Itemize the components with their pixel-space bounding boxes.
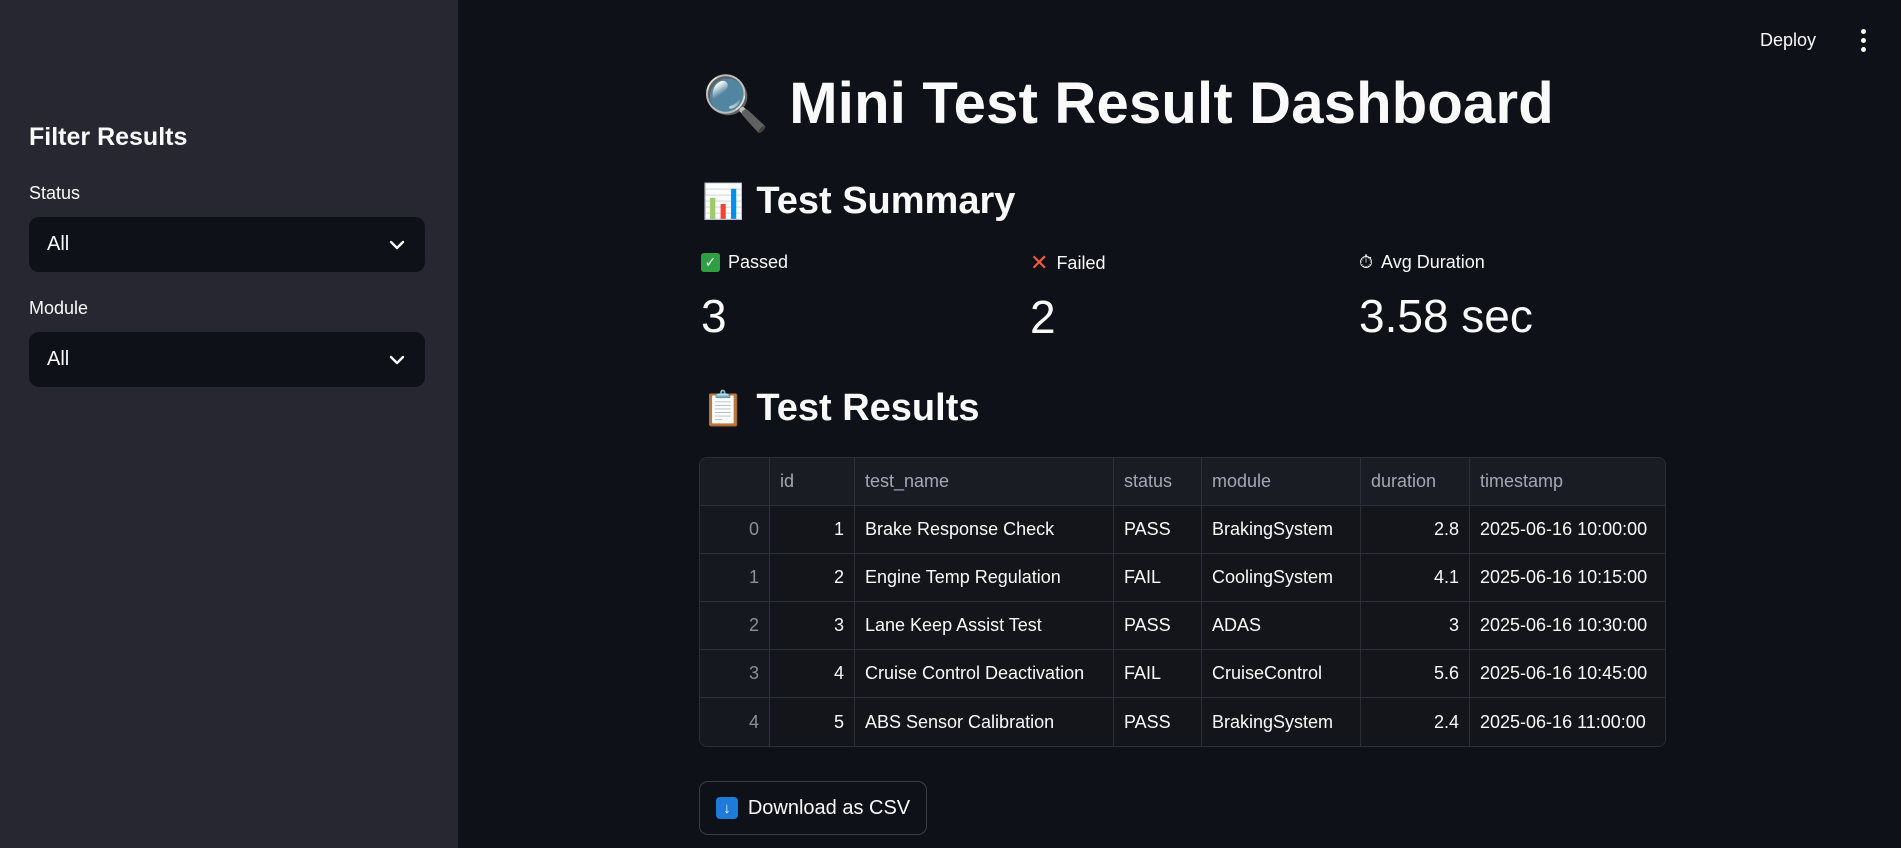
- table-cell[interactable]: 5.6: [1361, 650, 1470, 697]
- column-header[interactable]: module: [1202, 458, 1361, 505]
- sidebar: Filter Results Status All Module All: [0, 0, 458, 848]
- column-header[interactable]: timestamp: [1470, 458, 1665, 505]
- table-cell[interactable]: 2025-06-16 10:30:00: [1470, 602, 1665, 649]
- table-cell[interactable]: 2: [770, 554, 855, 601]
- metric-failed-value: 2: [1030, 291, 1056, 343]
- magnifier-icon: 🔍: [702, 73, 770, 134]
- column-header[interactable]: status: [1114, 458, 1202, 505]
- status-filter-select[interactable]: All: [29, 217, 425, 272]
- table-row: 3 4 Cruise Control Deactivation FAIL Cru…: [700, 650, 1665, 698]
- x-icon: ✕: [1030, 250, 1049, 275]
- results-heading-text: Test Results: [756, 387, 980, 429]
- download-csv-label: Download as CSV: [747, 796, 911, 819]
- download-icon: ↓: [715, 797, 738, 819]
- metric-failed-label: Failed: [1056, 252, 1106, 273]
- status-filter-label: Status: [29, 183, 81, 203]
- table-cell[interactable]: FAIL: [1114, 650, 1202, 697]
- table-cell[interactable]: 2025-06-16 11:00:00: [1470, 698, 1665, 746]
- row-index: 0: [700, 506, 770, 553]
- download-csv-button[interactable]: ↓ Download as CSV: [699, 781, 927, 835]
- table-cell[interactable]: 4: [770, 650, 855, 697]
- page-title-text: Mini Test Result Dashboard: [789, 71, 1554, 136]
- table-header-row: id test_name status module duration time…: [700, 458, 1665, 506]
- metric-passed-value: 3: [701, 290, 727, 342]
- table-cell[interactable]: CoolingSystem: [1202, 554, 1361, 601]
- table-cell[interactable]: BrakingSystem: [1202, 698, 1361, 746]
- table-row: 2 3 Lane Keep Assist Test PASS ADAS 3 20…: [700, 602, 1665, 650]
- table-cell[interactable]: 5: [770, 698, 855, 746]
- row-index: 1: [700, 554, 770, 601]
- deploy-button[interactable]: Deploy: [1754, 26, 1822, 55]
- table-cell[interactable]: Engine Temp Regulation: [855, 554, 1114, 601]
- page-title: 🔍 Mini Test Result Dashboard: [702, 70, 1554, 137]
- table-cell[interactable]: 2025-06-16 10:45:00: [1470, 650, 1665, 697]
- table-cell[interactable]: BrakingSystem: [1202, 506, 1361, 553]
- table-cell[interactable]: ADAS: [1202, 602, 1361, 649]
- summary-heading-text: Test Summary: [756, 180, 1016, 222]
- table-cell[interactable]: Brake Response Check: [855, 506, 1114, 553]
- table-cell[interactable]: PASS: [1114, 698, 1202, 746]
- table-row: 0 1 Brake Response Check PASS BrakingSys…: [700, 506, 1665, 554]
- results-table[interactable]: id test_name status module duration time…: [699, 457, 1666, 747]
- table-row: 1 2 Engine Temp Regulation FAIL CoolingS…: [700, 554, 1665, 602]
- table-cell[interactable]: 3: [1361, 602, 1470, 649]
- metric-avg-duration-label: Avg Duration: [1381, 252, 1485, 272]
- status-filter-value: All: [47, 233, 70, 255]
- row-index: 4: [700, 698, 770, 746]
- sidebar-title: Filter Results: [29, 123, 188, 151]
- table-cell[interactable]: CruiseControl: [1202, 650, 1361, 697]
- column-header[interactable]: id: [770, 458, 855, 505]
- chevron-down-icon: [387, 350, 407, 370]
- check-icon: ✓: [701, 253, 720, 272]
- metric-passed-label: Passed: [728, 252, 789, 272]
- table-cell[interactable]: 2025-06-16 10:00:00: [1470, 506, 1665, 553]
- metric-failed: ✕ Failed 2: [1030, 252, 1105, 344]
- index-header: [700, 458, 770, 505]
- table-cell[interactable]: FAIL: [1114, 554, 1202, 601]
- table-row: 4 5 ABS Sensor Calibration PASS BrakingS…: [700, 698, 1665, 746]
- table-cell[interactable]: 4.1: [1361, 554, 1470, 601]
- module-filter-value: All: [47, 348, 70, 370]
- metric-avg-duration: ⏱ Avg Duration 3.58 sec: [1359, 252, 1533, 343]
- table-cell[interactable]: PASS: [1114, 506, 1202, 553]
- table-cell[interactable]: PASS: [1114, 602, 1202, 649]
- chevron-down-icon: [387, 235, 407, 255]
- table-cell[interactable]: 2025-06-16 10:15:00: [1470, 554, 1665, 601]
- row-index: 3: [700, 650, 770, 697]
- clipboard-icon: 📋: [702, 389, 745, 428]
- table-cell[interactable]: 3: [770, 602, 855, 649]
- results-heading: 📋 Test Results: [702, 387, 979, 430]
- column-header[interactable]: duration: [1361, 458, 1470, 505]
- table-cell[interactable]: 2.8: [1361, 506, 1470, 553]
- table-cell[interactable]: 2.4: [1361, 698, 1470, 746]
- table-cell[interactable]: ABS Sensor Calibration: [855, 698, 1114, 746]
- metric-passed: ✓ Passed 3: [701, 252, 788, 343]
- stopwatch-icon: ⏱: [1359, 252, 1374, 272]
- module-filter-label: Module: [29, 298, 89, 318]
- column-header[interactable]: test_name: [855, 458, 1114, 505]
- row-index: 2: [700, 602, 770, 649]
- app: Filter Results Status All Module All Dep…: [0, 0, 1901, 848]
- table-cell[interactable]: 1: [770, 506, 855, 553]
- summary-heading: 📊 Test Summary: [702, 180, 1015, 223]
- module-filter-select[interactable]: All: [29, 332, 425, 387]
- table-cell[interactable]: Lane Keep Assist Test: [855, 602, 1114, 649]
- more-options-icon[interactable]: [1852, 26, 1874, 54]
- metric-avg-duration-value: 3.58 sec: [1359, 290, 1533, 342]
- bar-chart-icon: 📊: [702, 182, 745, 221]
- table-cell[interactable]: Cruise Control Deactivation: [855, 650, 1114, 697]
